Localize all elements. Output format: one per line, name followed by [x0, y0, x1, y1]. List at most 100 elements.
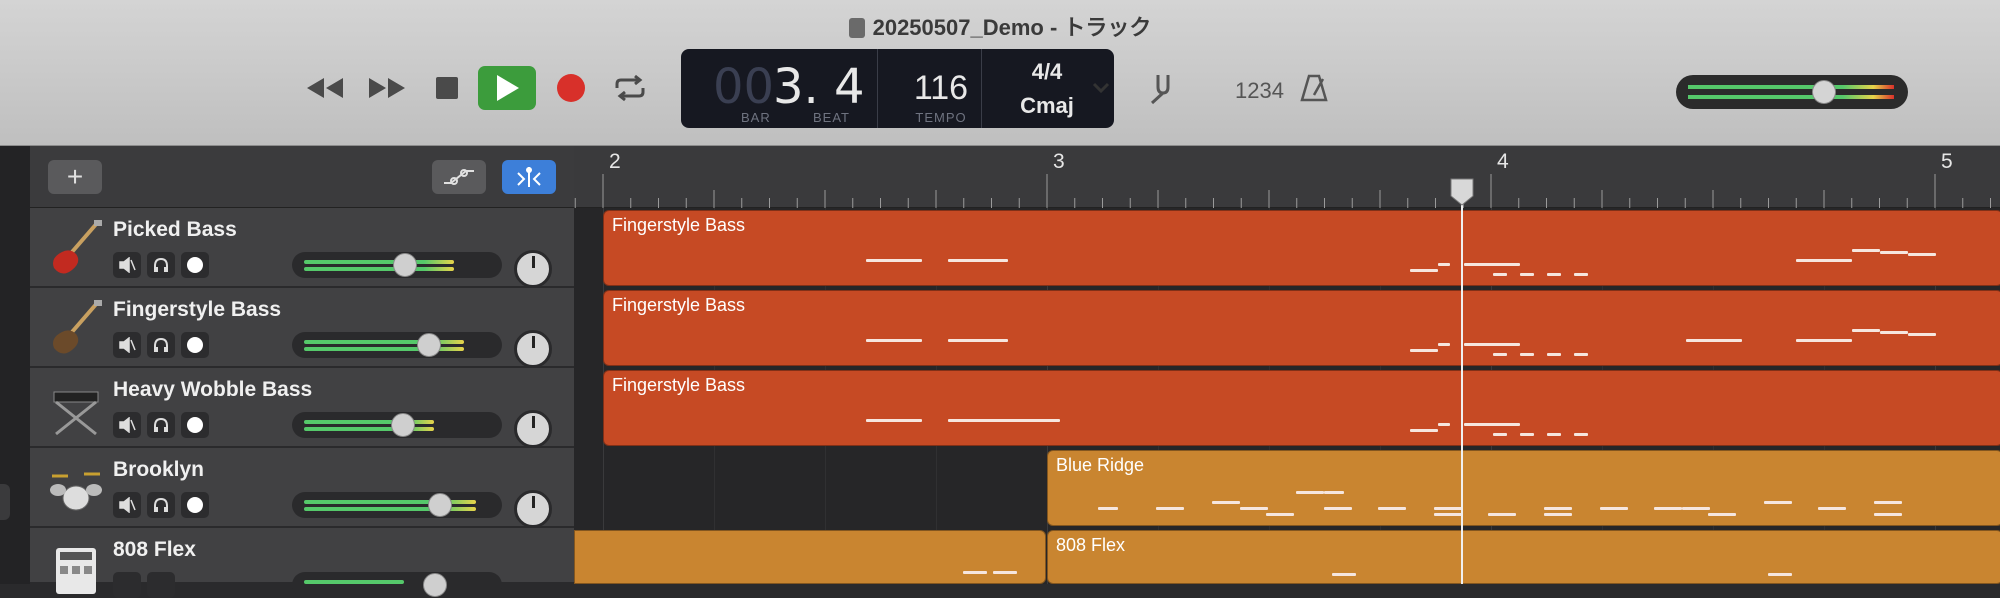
solo-button[interactable] [147, 412, 175, 438]
speaker-muted-icon [119, 337, 136, 353]
track-name[interactable]: Brooklyn [113, 458, 204, 482]
speaker-muted-icon [119, 257, 136, 273]
headphones-icon [154, 257, 168, 272]
region-name: 808 Flex [1056, 535, 1126, 555]
pan-knob[interactable] [514, 330, 552, 368]
solo-button[interactable] [147, 332, 175, 358]
region-name: Fingerstyle Bass [612, 295, 746, 315]
drum-kit-icon [50, 472, 102, 511]
volume-knob[interactable] [428, 493, 452, 517]
volume-slider[interactable] [292, 572, 502, 598]
master-volume-knob[interactable] [1811, 80, 1836, 104]
bar-number: 5 [1941, 150, 1953, 173]
bar-label: BAR [741, 110, 771, 125]
pan-knob[interactable] [514, 490, 552, 528]
tempo-value[interactable]: 116 [891, 69, 991, 108]
cycle-button[interactable] [612, 66, 648, 110]
pan-knob[interactable] [514, 410, 552, 448]
record-enable-button[interactable] [181, 492, 209, 518]
electric-bass-icon [53, 220, 102, 274]
volume-knob[interactable] [423, 573, 448, 597]
record-icon [557, 74, 585, 102]
playhead-handle[interactable] [1450, 178, 1474, 206]
rewind-button[interactable] [303, 66, 347, 110]
mute-button[interactable] [113, 332, 141, 358]
midi-region[interactable]: Blue Ridge [1047, 450, 2000, 526]
play-button[interactable] [478, 66, 536, 110]
stop-button[interactable] [432, 66, 462, 110]
add-track-button[interactable]: + [48, 160, 102, 194]
smart-tempo-icon [517, 167, 541, 187]
volume-slider[interactable] [292, 412, 502, 438]
region-name: Fingerstyle Bass [612, 215, 746, 235]
fast-forward-icon [369, 78, 405, 98]
lcd-display[interactable]: 00 3. 4 BAR BEAT 116 TEMPO 4/4 Cmaj [681, 49, 1114, 128]
track-row[interactable]: Fingerstyle Bass [30, 288, 574, 368]
mute-button[interactable] [113, 492, 141, 518]
master-volume-slider[interactable] [1676, 75, 1908, 109]
control-bar: 20250507_Demo - トラック 00 3. 4 BAR BEAT 11… [0, 0, 2000, 146]
track-name[interactable]: 808 Flex [113, 538, 196, 562]
track-name[interactable]: Picked Bass [113, 218, 237, 242]
position-leading-digits: 00 [713, 59, 775, 115]
volume-knob[interactable] [391, 413, 416, 437]
midi-region[interactable]: Fingerstyle Bass [603, 290, 2000, 366]
volume-knob[interactable] [392, 253, 417, 277]
chevron-down-icon [1092, 82, 1110, 94]
volume-slider[interactable] [292, 252, 502, 278]
ruler-ticks [574, 174, 1991, 208]
pan-knob[interactable] [514, 250, 552, 288]
record-enable-button[interactable] [181, 252, 209, 278]
midi-region[interactable] [574, 530, 1046, 584]
headphones-icon [154, 497, 168, 512]
tempo-label: TEMPO [915, 110, 967, 125]
count-in-button[interactable]: 1234 [1235, 78, 1284, 104]
key-signature[interactable]: Cmaj [999, 93, 1095, 119]
speaker-muted-icon [119, 417, 136, 433]
volume-knob[interactable] [416, 333, 441, 357]
track-row[interactable]: 808 Flex [30, 528, 574, 598]
metronome-icon [1300, 74, 1328, 102]
track-name[interactable]: Fingerstyle Bass [113, 298, 281, 322]
track-name[interactable]: Heavy Wobble Bass [113, 378, 312, 402]
document-icon [848, 18, 865, 38]
master-meter-right [1688, 95, 1894, 99]
track-row[interactable]: Brooklyn [30, 448, 574, 528]
automation-icon [444, 169, 474, 185]
record-button[interactable] [556, 66, 586, 110]
solo-button[interactable] [147, 492, 175, 518]
volume-slider[interactable] [292, 492, 502, 518]
automation-button[interactable] [432, 160, 486, 194]
mute-button[interactable] [113, 412, 141, 438]
speaker-muted-icon [119, 497, 136, 513]
track-row[interactable]: Heavy Wobble Bass [30, 368, 574, 448]
solo-button[interactable] [147, 252, 175, 278]
time-signature[interactable]: 4/4 [999, 59, 1095, 85]
midi-region[interactable]: Fingerstyle Bass [603, 370, 2000, 446]
record-enable-icon [187, 257, 203, 273]
window-title: 20250507_Demo - トラック [0, 10, 2000, 42]
record-enable-button[interactable] [181, 332, 209, 358]
drum-machine-icon [56, 548, 96, 594]
fast-forward-button[interactable] [365, 66, 409, 110]
smart-tempo-button[interactable] [502, 160, 556, 194]
mute-button[interactable] [113, 252, 141, 278]
midi-region[interactable]: Fingerstyle Bass [603, 210, 2000, 286]
lcd-mode-dropdown[interactable] [1090, 66, 1112, 110]
play-icon [497, 75, 519, 101]
region-name: Blue Ridge [1056, 455, 1145, 475]
record-enable-button[interactable] [181, 412, 209, 438]
metronome-button[interactable] [1296, 66, 1332, 110]
mute-button[interactable] [113, 572, 141, 598]
master-meter-left [1688, 85, 1894, 89]
volume-slider[interactable] [292, 332, 502, 358]
tuner-button[interactable] [1143, 66, 1183, 110]
midi-region[interactable]: 808 Flex [1047, 530, 2000, 584]
headphones-icon [154, 337, 168, 352]
playhead[interactable] [1461, 180, 1463, 584]
track-row[interactable]: Picked Bass [30, 208, 574, 288]
timeline-ruler[interactable]: 2 3 4 5 [574, 146, 2000, 208]
solo-button[interactable] [147, 572, 175, 598]
beat-label: BEAT [813, 110, 850, 125]
tracks-area[interactable]: Fingerstyle Bass Fingerstyle Bass Finger… [574, 208, 2000, 584]
